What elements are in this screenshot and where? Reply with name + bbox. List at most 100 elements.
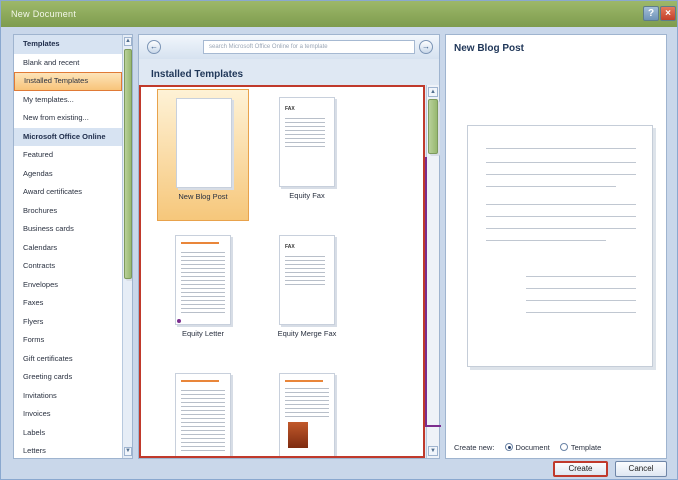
category-item[interactable]: Labels [14, 424, 122, 443]
template-thumbnail: FAX [279, 235, 335, 325]
category-item[interactable]: Gift certificates [14, 350, 122, 369]
category-item[interactable]: Letters [14, 442, 122, 458]
create-button[interactable]: Create [553, 461, 608, 477]
thumbnail-text-line [181, 422, 225, 423]
category-item[interactable]: Greeting cards [14, 368, 122, 387]
preview-text-line [486, 148, 636, 149]
template-gallery-pane: ← search Microsoft Office Online for a t… [138, 34, 441, 459]
thumbnail-text-line [181, 414, 225, 415]
fax-heading: FAX [285, 244, 295, 250]
thumbnail-text-line [285, 400, 329, 401]
thumbnail-text-line [181, 256, 225, 257]
search-box[interactable]: search Microsoft Office Online for a tem… [203, 40, 415, 54]
category-item[interactable]: New from existing... [14, 109, 122, 128]
category-item[interactable]: Forms [14, 331, 122, 350]
thumbnail-text-line [181, 280, 225, 281]
thumbnail-text-line [285, 126, 325, 127]
thumbnail-text-line [181, 434, 225, 435]
category-item[interactable]: Invitations [14, 387, 122, 406]
template-tile[interactable] [261, 365, 353, 456]
document-radio-label[interactable]: Document [516, 443, 550, 452]
thumbnail-text-line [181, 288, 225, 289]
thumbnail-text-line [181, 272, 225, 273]
close-icon[interactable]: × [660, 6, 676, 21]
category-item[interactable]: My templates... [14, 91, 122, 110]
category-item[interactable]: Business cards [14, 220, 122, 239]
category-item[interactable]: Blank and recent [14, 54, 122, 73]
category-item[interactable]: Brochures [14, 202, 122, 221]
thumbnail-text-line [181, 402, 225, 403]
window-title: New Document [11, 9, 77, 19]
scroll-up-icon[interactable]: ▲ [428, 87, 438, 97]
template-thumbnail [175, 373, 231, 456]
template-tile[interactable]: New Blog Post [157, 89, 249, 221]
thumbnail-text-line [285, 122, 325, 123]
thumbnail-text-line [285, 272, 325, 273]
category-item[interactable]: Featured [14, 146, 122, 165]
template-tile[interactable]: FAX Equity Fax [261, 89, 353, 221]
template-radio[interactable] [559, 443, 568, 451]
preview-title: New Blog Post [454, 43, 525, 54]
thumbnail-text-line [181, 300, 225, 301]
thumbnail-text-line [181, 442, 225, 443]
new-document-dialog: New Document ? × Templates Blank and rece… [0, 0, 678, 480]
scroll-thumb[interactable] [124, 49, 132, 279]
thumbnail-text-line [285, 130, 325, 131]
template-tile[interactable]: Equity Letter [157, 227, 249, 359]
thumbnail-text-line [181, 308, 225, 309]
template-tile[interactable]: FAX Equity Merge Fax [261, 227, 353, 359]
template-label: Equity Letter [181, 329, 225, 338]
thumbnail-text-line [285, 388, 329, 389]
help-icon[interactable]: ? [643, 6, 659, 21]
scroll-up-icon[interactable]: ▲ [124, 37, 132, 46]
category-items: Templates Blank and recent Installed Templ… [14, 35, 122, 458]
thumbnail-text-line [285, 280, 325, 281]
thumbnail-text-line [181, 406, 225, 407]
back-arrow-icon[interactable]: ← [147, 40, 161, 54]
category-scrollbar[interactable]: ▲ ▼ [122, 35, 132, 458]
gallery-scrollbar[interactable]: ▲ ▼ [425, 85, 441, 458]
thumbnail-text-line [285, 412, 329, 413]
thumbnail-text-line [181, 430, 225, 431]
category-item[interactable]: Installed Templates [14, 72, 122, 91]
thumbnail-text-line [181, 292, 225, 293]
thumbnail-text-line [181, 438, 225, 439]
category-item[interactable]: Faxes [14, 294, 122, 313]
letter-header-bar [181, 242, 219, 244]
preview-text-line [486, 174, 636, 175]
template-radio-label[interactable]: Template [571, 443, 601, 452]
scroll-down-icon[interactable]: ▼ [428, 446, 438, 456]
preview-page [467, 125, 653, 367]
thumbnail-text-line [285, 284, 325, 285]
category-item[interactable]: Calendars [14, 239, 122, 258]
preview-text-line [486, 186, 616, 187]
thumbnail-text-line [285, 142, 325, 143]
go-arrow-icon[interactable]: → [419, 40, 433, 54]
preview-text-line [526, 288, 636, 289]
thumbnail-text-line [181, 426, 225, 427]
category-item[interactable]: Invoices [14, 405, 122, 424]
template-tile[interactable] [157, 365, 249, 456]
gallery-section-title: Installed Templates [151, 69, 244, 80]
category-item[interactable]: Contracts [14, 257, 122, 276]
template-thumbnail: FAX [279, 97, 335, 187]
category-item: Templates [14, 35, 122, 54]
document-radio[interactable] [504, 443, 513, 451]
category-item[interactable]: Award certificates [14, 183, 122, 202]
thumbnail-text-line [285, 256, 325, 257]
scroll-thumb[interactable] [428, 99, 438, 154]
category-item[interactable]: Flyers [14, 313, 122, 332]
thumbnail-text-line [181, 276, 225, 277]
template-thumbnail [175, 235, 231, 325]
template-thumbnail [279, 373, 335, 456]
thumbnail-text-line [285, 268, 325, 269]
preview-text-line [526, 276, 636, 277]
thumbnail-text-line [181, 284, 225, 285]
title-bar: New Document ? × [1, 1, 677, 27]
scroll-down-icon[interactable]: ▼ [124, 447, 132, 456]
flyer-image [288, 422, 308, 448]
category-item[interactable]: Agendas [14, 165, 122, 184]
thumbnail-text-line [181, 260, 225, 261]
category-item[interactable]: Envelopes [14, 276, 122, 295]
cancel-button[interactable]: Cancel [615, 461, 667, 477]
